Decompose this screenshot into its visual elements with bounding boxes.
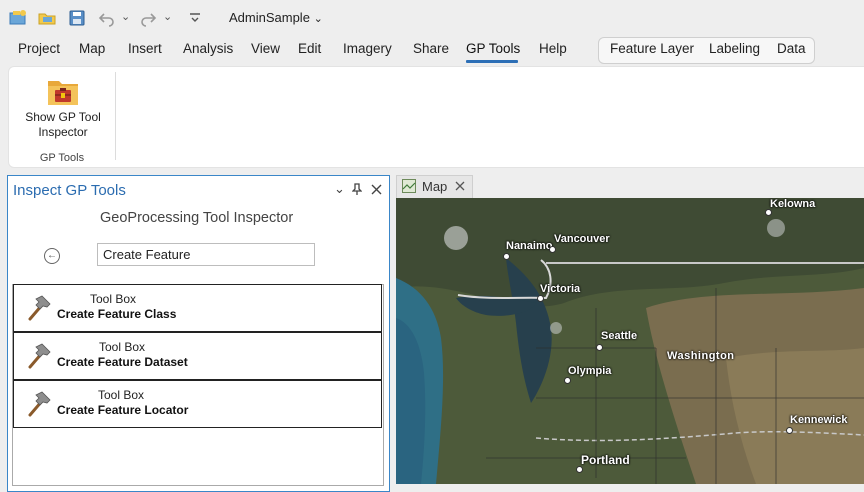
- result-name: Create Feature Locator: [57, 403, 189, 417]
- menu-analysis[interactable]: Analysis: [183, 41, 233, 56]
- map-tab-label: Map: [422, 179, 448, 194]
- city-marker: [786, 427, 793, 434]
- search-input[interactable]: [97, 243, 315, 266]
- hammer-icon: [28, 391, 51, 417]
- list-item[interactable]: Tool Box Create Feature Locator: [13, 380, 382, 428]
- redo-icon[interactable]: [139, 9, 157, 27]
- undo-icon[interactable]: [98, 9, 116, 27]
- menu-map[interactable]: Map: [79, 41, 105, 56]
- city-label: Portland: [581, 453, 630, 467]
- city-label: Victoria: [540, 283, 581, 295]
- city-marker: [576, 466, 583, 473]
- city-label: Seattle: [601, 330, 638, 342]
- result-name: Create Feature Class: [57, 307, 177, 321]
- pin-icon[interactable]: [352, 183, 362, 195]
- show-gp-tool-inspector-button[interactable]: Show GP Tool Inspector: [18, 110, 108, 140]
- menu-imagery[interactable]: Imagery: [343, 41, 392, 56]
- city-marker: [503, 253, 510, 260]
- menu-data[interactable]: Data: [777, 41, 806, 56]
- result-category: Tool Box: [90, 292, 137, 306]
- undo-dropdown-icon[interactable]: ⌄: [121, 10, 130, 23]
- city-marker: [564, 377, 571, 384]
- city-marker: [549, 246, 556, 253]
- menu-labeling[interactable]: Labeling: [709, 41, 760, 56]
- result-category: Tool Box: [99, 340, 146, 354]
- redo-dropdown-icon[interactable]: ⌄: [163, 10, 172, 23]
- result-name: Create Feature Dataset: [57, 355, 188, 369]
- list-item[interactable]: Tool Box Create Feature Class: [13, 284, 382, 332]
- new-project-icon[interactable]: [9, 9, 27, 27]
- ribbon-separator: [115, 72, 116, 160]
- region-label: Washington: [667, 350, 735, 362]
- hammer-icon: [28, 343, 51, 369]
- menu-gp-tools[interactable]: GP Tools: [466, 41, 520, 56]
- inspector-heading: GeoProcessing Tool Inspector: [100, 210, 294, 226]
- result-category: Tool Box: [98, 388, 145, 402]
- city-label: Kennewick: [790, 414, 848, 426]
- ribbon-group-label: GP Tools: [39, 152, 85, 164]
- active-tab-underline: [466, 60, 518, 63]
- save-project-icon[interactable]: [68, 9, 86, 27]
- back-arrow-icon[interactable]: ←: [44, 248, 60, 264]
- pane-options-icon[interactable]: ⌄: [334, 181, 345, 197]
- customize-icon[interactable]: [186, 9, 204, 27]
- list-item[interactable]: Tool Box Create Feature Dataset: [13, 332, 382, 380]
- menu-edit[interactable]: Edit: [298, 41, 321, 56]
- map-icon: [402, 179, 416, 193]
- menu-help[interactable]: Help: [539, 41, 567, 56]
- menu-feature-layer[interactable]: Feature Layer: [610, 41, 694, 56]
- menu-project[interactable]: Project: [18, 41, 60, 56]
- city-marker: [596, 344, 603, 351]
- city-label: Kelowna: [770, 198, 816, 210]
- city-label: Olympia: [568, 365, 612, 377]
- city-label: Vancouver: [554, 233, 610, 245]
- quick-access-toolbar: ⌄ ⌄ AdminSample ⌄: [0, 0, 864, 36]
- close-icon[interactable]: [371, 184, 382, 195]
- pane-title: Inspect GP Tools: [13, 182, 126, 199]
- app-title[interactable]: AdminSample ⌄: [229, 10, 323, 25]
- chevron-down-icon: ⌄: [313, 13, 323, 25]
- menu-share[interactable]: Share: [413, 41, 449, 56]
- open-project-icon[interactable]: [38, 9, 56, 27]
- hammer-icon: [28, 295, 51, 321]
- close-icon[interactable]: [455, 181, 465, 191]
- menu-insert[interactable]: Insert: [128, 41, 162, 56]
- menu-view[interactable]: View: [251, 41, 280, 56]
- app-title-text: AdminSample: [229, 10, 310, 25]
- ribbon: [8, 66, 864, 168]
- city-marker: [765, 209, 772, 216]
- toolbox-icon[interactable]: [47, 77, 79, 107]
- city-marker: [537, 295, 544, 302]
- map-view[interactable]: Kelowna Nanaimo Vancouver Victoria Seatt…: [396, 198, 864, 484]
- city-label: Nanaimo: [506, 240, 553, 252]
